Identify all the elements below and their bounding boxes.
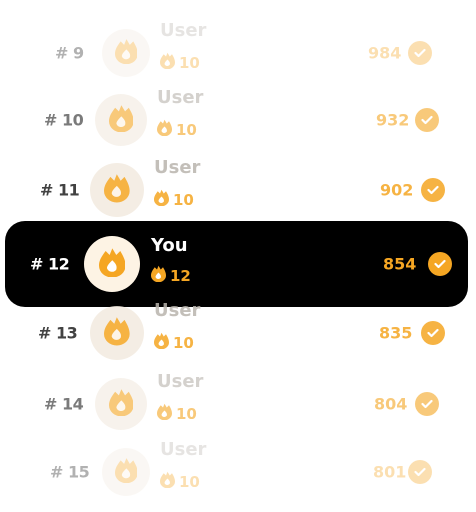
rank: # 15: [50, 462, 90, 482]
leaderboard-row[interactable]: # 9 User 10 984: [0, 18, 476, 88]
flame-icon: [108, 104, 134, 136]
user-level: 10: [160, 52, 200, 73]
avatar: [95, 94, 147, 146]
user-name: User: [157, 87, 204, 108]
user-name: User: [154, 157, 201, 178]
level-value: 10: [176, 120, 197, 139]
user-name: User: [160, 439, 207, 460]
leaderboard-row[interactable]: # 11 User 10 902: [0, 155, 476, 225]
level-value: 10: [176, 404, 197, 423]
score: 801: [373, 462, 407, 482]
user-level: 12: [151, 265, 191, 286]
check-icon: [415, 392, 439, 416]
leaderboard-row-current[interactable]: # 12 You 12 854: [0, 229, 476, 299]
score: 835: [379, 323, 413, 343]
user-level: 10: [154, 189, 194, 210]
user-level: 10: [160, 471, 200, 492]
rank: # 9: [55, 43, 84, 63]
level-value: 10: [179, 472, 200, 491]
flame-icon: [160, 52, 175, 73]
check-icon: [415, 108, 439, 132]
score: 984: [368, 43, 402, 63]
user-level: 10: [157, 403, 197, 424]
score: 902: [380, 180, 414, 200]
avatar: [102, 29, 150, 77]
flame-icon: [114, 38, 138, 68]
score: 804: [374, 394, 408, 414]
rank: # 14: [44, 394, 84, 414]
flame-icon: [104, 316, 130, 349]
flame-icon: [108, 388, 134, 420]
flame-icon: [154, 189, 169, 210]
leaderboard-row[interactable]: # 14 User 10 804: [0, 369, 476, 439]
rank: # 13: [38, 323, 78, 343]
check-icon: [428, 252, 452, 276]
check-icon: [421, 321, 445, 345]
rank: # 11: [40, 180, 80, 200]
user-name: User: [157, 371, 204, 392]
level-value: 12: [170, 266, 191, 285]
user-level: 10: [154, 332, 194, 353]
rank: # 10: [44, 110, 84, 130]
level-value: 10: [179, 53, 200, 72]
flame-icon: [114, 457, 138, 487]
flame-icon: [104, 173, 130, 206]
rank: # 12: [30, 254, 70, 274]
avatar: [90, 163, 144, 217]
check-icon: [421, 178, 445, 202]
avatar: [84, 236, 140, 292]
user-name: User: [154, 300, 201, 321]
avatar: [102, 448, 150, 496]
level-value: 10: [173, 190, 194, 209]
flame-icon: [151, 265, 166, 286]
leaderboard-row[interactable]: # 15 User 10 801: [0, 437, 476, 507]
avatar: [90, 306, 144, 360]
flame-icon: [160, 471, 175, 492]
leaderboard-row[interactable]: # 10 User 10 932: [0, 85, 476, 155]
flame-icon: [154, 332, 169, 353]
level-value: 10: [173, 333, 194, 352]
flame-icon: [98, 247, 126, 282]
flame-icon: [157, 119, 172, 140]
avatar: [95, 378, 147, 430]
score: 854: [383, 254, 417, 274]
user-name: User: [160, 20, 207, 41]
user-level: 10: [157, 119, 197, 140]
leaderboard-row[interactable]: # 13 User 10 835: [0, 298, 476, 368]
flame-icon: [157, 403, 172, 424]
check-icon: [408, 41, 432, 65]
check-icon: [408, 460, 432, 484]
score: 932: [376, 110, 410, 130]
user-name: You: [151, 235, 188, 256]
